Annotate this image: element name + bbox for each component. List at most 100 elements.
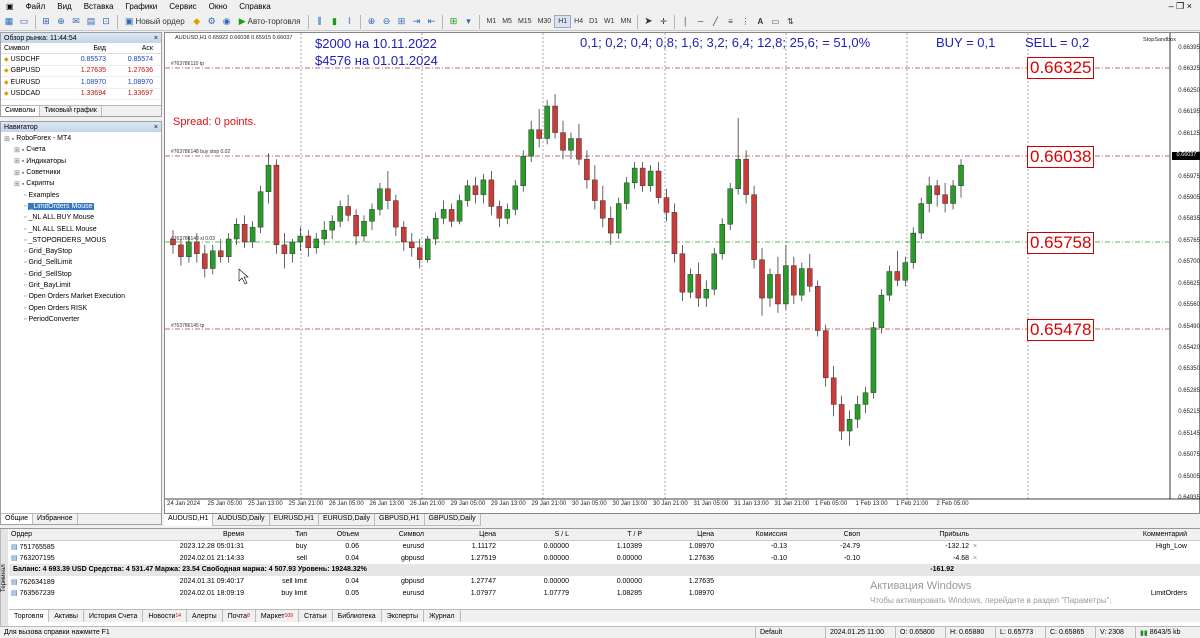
navigator-icon[interactable]: ✉	[69, 15, 83, 29]
timeframe-W1[interactable]: W1	[601, 15, 618, 28]
menu-item-3[interactable]: Графики	[119, 2, 163, 11]
terminal-tab[interactable]: Эксперты	[382, 610, 425, 622]
chart-tab[interactable]: EURUSD,H1	[269, 514, 319, 526]
navigator-item[interactable]: ▫ PeriodConverter	[1, 314, 161, 325]
fibo-icon[interactable]: ⋮	[738, 15, 752, 29]
tab-tick-chart[interactable]: Тиковый график	[40, 106, 102, 116]
terminal-header-cell[interactable]: S / L	[496, 531, 569, 538]
terminal-tab[interactable]: Маркет 109	[256, 610, 299, 622]
horizontal-line-icon[interactable]: ─	[693, 15, 707, 29]
metaeditor-icon[interactable]: ◆	[190, 15, 204, 29]
terminal-header-cell[interactable]: Ордер	[9, 531, 119, 538]
timeframe-M1[interactable]: M1	[483, 15, 499, 28]
terminal-tab[interactable]: Статьи	[299, 610, 333, 622]
new-order-button[interactable]: ▣ Новый ордер	[121, 15, 189, 29]
navigator-item[interactable]: ▫ _STOPORDERS_MOUS	[1, 235, 161, 246]
chart-tab[interactable]: AUDUSD,H1	[164, 514, 214, 526]
chart-tab[interactable]: GBPUSD,Daily	[424, 514, 481, 526]
navigator-item[interactable]: ▫ _NL ALL SELL Mouse	[1, 223, 161, 234]
crosshair-icon[interactable]: ✛	[656, 15, 670, 29]
terminal-header-cell[interactable]: Объем	[307, 531, 359, 538]
terminal-header-cell[interactable]: Своп	[787, 531, 860, 538]
chart-tab[interactable]: EURUSD,Daily	[318, 514, 376, 526]
terminal-tab[interactable]: Новости 14	[143, 610, 188, 622]
line-chart-icon[interactable]: ⌇	[342, 15, 356, 29]
tab-common[interactable]: Общие	[1, 514, 34, 524]
market-watch-icon[interactable]: ⊞	[39, 15, 53, 29]
navigator-item[interactable]: ▫ Grit_BayLimit	[1, 280, 161, 291]
chart-window[interactable]: AUDUSD,H1 0.65922 0.66038 0.65915 0.6603…	[164, 32, 1200, 514]
close-icon[interactable]: ×	[154, 35, 161, 42]
tab-favorites[interactable]: Избранное	[33, 514, 78, 524]
navigator-item[interactable]: ⊞ ▪ Счета	[1, 144, 161, 155]
timeframe-MN[interactable]: MN	[618, 15, 635, 28]
channel-icon[interactable]: ≡	[723, 15, 737, 29]
signals-icon[interactable]: ◉	[220, 15, 234, 29]
terminal-header-cell[interactable]: Тип	[244, 531, 307, 538]
arrows-icon[interactable]: ⇅	[783, 15, 797, 29]
menu-item-2[interactable]: Вставка	[78, 2, 120, 11]
terminal-tab[interactable]: Активы	[49, 610, 84, 622]
navigator-item[interactable]: ▫ _NL ALL BUY Mouse	[1, 212, 161, 223]
label-icon[interactable]: ▭	[768, 15, 782, 29]
terminal-header-cell[interactable]: Символ	[359, 531, 424, 538]
market-watch-row[interactable]: ◆ USDCHF 0.85573 0.85574	[1, 54, 161, 66]
terminal-tab[interactable]: Почта 8	[223, 610, 256, 622]
market-watch-row[interactable]: ◆ GBPUSD 1.27635 1.27636	[1, 66, 161, 77]
navigator-item[interactable]: ▫ Open Orders Market Execution	[1, 291, 161, 302]
new-chart-icon[interactable]: ▦	[2, 15, 16, 29]
timeframe-M5[interactable]: M5	[499, 15, 515, 28]
menu-item-0[interactable]: Файл	[20, 2, 52, 11]
zoom-in-icon[interactable]: ⊕	[364, 15, 378, 29]
menu-close-icon[interactable]: – ❐ ×	[1161, 1, 1200, 12]
close-order-icon[interactable]: ×	[969, 555, 981, 562]
indicators-icon[interactable]: ⊞	[446, 15, 460, 29]
text-icon[interactable]: A	[753, 15, 767, 29]
timeframe-M30[interactable]: M30	[535, 15, 555, 28]
terminal-header-cell[interactable]: Время	[119, 531, 244, 538]
market-watch-row[interactable]: ◆ USDCAD 1.33694 1.33697	[1, 89, 161, 100]
chart-tab[interactable]: AUDUSD,Daily	[213, 514, 270, 526]
market-watch-row[interactable]: ◆ EURUSD 1.08970 1.08970	[1, 77, 161, 89]
timeframe-D1[interactable]: D1	[586, 15, 601, 28]
chart-shift-icon[interactable]: ⇤	[424, 15, 438, 29]
terminal-header-cell[interactable]: Комиссия	[714, 531, 787, 538]
terminal-tab[interactable]: История Счета	[84, 610, 144, 622]
terminal-header-cell[interactable]: Комментарий	[981, 531, 1191, 538]
terminal-tab[interactable]: Торговля	[9, 610, 50, 622]
close-order-icon[interactable]: ×	[969, 543, 981, 550]
terminal-icon[interactable]: ▤	[84, 15, 98, 29]
navigator-item[interactable]: ▫ Grid_BayStop	[1, 246, 161, 257]
navigator-item[interactable]: ⊞ ▪ Скрипты	[1, 178, 161, 189]
bar-chart-icon[interactable]: ⫼	[312, 15, 326, 29]
tester-icon[interactable]: ⊡	[99, 15, 113, 29]
tab-symbols[interactable]: Символы	[1, 106, 41, 116]
timeframe-M15[interactable]: M15	[515, 15, 535, 28]
terminal-header-cell[interactable]: T / P	[569, 531, 642, 538]
vertical-line-icon[interactable]: │	[678, 15, 692, 29]
trendline-icon[interactable]: ╱	[708, 15, 722, 29]
navigator-item[interactable]: ⊞ ▪ Советники	[1, 167, 161, 178]
terminal-header-cell[interactable]: Цена	[642, 531, 714, 538]
terminal-tab[interactable]: Журнал	[424, 610, 461, 622]
autoscroll-icon[interactable]: ⇥	[409, 15, 423, 29]
navigator-item[interactable]: ▫ Grid_SellStop	[1, 269, 161, 280]
menu-item-4[interactable]: Сервис	[163, 2, 202, 11]
close-icon[interactable]: ×	[154, 124, 161, 131]
options-icon[interactable]: ⚙	[205, 15, 219, 29]
terminal-tab[interactable]: Библиотека	[333, 610, 382, 622]
timeframe-H4[interactable]: H4	[571, 15, 586, 28]
zoom-out-icon[interactable]: ⊖	[379, 15, 393, 29]
terminal-header-cell[interactable]: Цена	[424, 531, 496, 538]
navigator-item[interactable]: ⊞ ▪ RoboForex - MT4	[1, 133, 161, 144]
order-row[interactable]: ▤ 762634189 2024.01.31 09:40:17 sell limit…	[9, 576, 1200, 588]
navigator-item[interactable]: ▫ Open Orders RISK	[1, 302, 161, 313]
chart-tab[interactable]: GBPUSD,H1	[375, 514, 425, 526]
navigator-item[interactable]: ▫ Examples	[1, 189, 161, 200]
cursor-icon[interactable]: ➤	[641, 15, 655, 29]
terminal-header-cell[interactable]: Прибыль	[860, 531, 969, 538]
terminal-tab[interactable]: Алерты	[187, 610, 223, 622]
templates-icon[interactable]: ▾	[461, 15, 475, 29]
navigator-item[interactable]: ▫ _LimitOrders Mouse	[1, 201, 161, 212]
order-row[interactable]: ▤ 763207195 2024.02.01 21:14:33 sell 0.04 gb…	[9, 553, 1200, 565]
